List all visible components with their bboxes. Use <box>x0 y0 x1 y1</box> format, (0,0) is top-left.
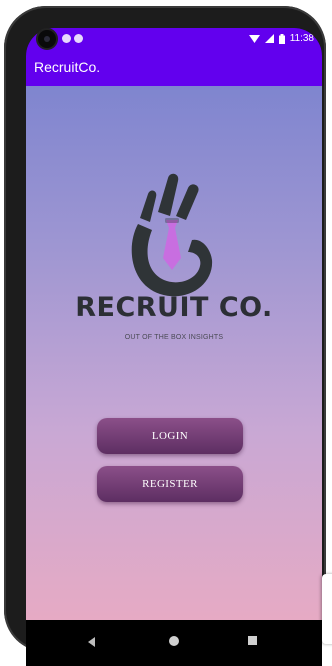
app-bar: RecruitCo. <box>26 52 322 86</box>
screen: 11:38 RecruitCo. RECRUIT CO. OUT OF THE … <box>26 28 322 666</box>
main-content: RECRUIT CO. OUT OF THE BOX INSIGHTS LOGI… <box>26 86 322 620</box>
notification-icon <box>62 34 71 43</box>
battery-icon <box>278 33 285 44</box>
recent-apps-icon[interactable] <box>248 636 257 645</box>
app-title: RecruitCo. <box>34 59 101 75</box>
phone-frame: 11:38 RecruitCo. RECRUIT CO. OUT OF THE … <box>4 6 326 666</box>
brand-tagline: OUT OF THE BOX INSIGHTS <box>124 334 224 341</box>
notification-icons <box>62 34 83 43</box>
front-camera <box>36 28 58 50</box>
navigation-bar <box>26 620 322 666</box>
status-bar: 11:38 <box>26 28 322 52</box>
brand-name: RECRUIT CO. <box>75 292 273 323</box>
status-indicators: 11:38 <box>248 33 314 44</box>
back-icon[interactable] <box>88 637 95 647</box>
notification-icon <box>74 34 83 43</box>
partial-notification-card <box>322 574 332 644</box>
home-icon[interactable] <box>169 636 179 646</box>
status-time: 11:38 <box>289 33 314 44</box>
login-button[interactable]: LOGIN <box>97 418 243 454</box>
register-button[interactable]: REGISTER <box>97 466 243 502</box>
wifi-icon <box>248 35 260 43</box>
signal-icon <box>264 34 274 43</box>
